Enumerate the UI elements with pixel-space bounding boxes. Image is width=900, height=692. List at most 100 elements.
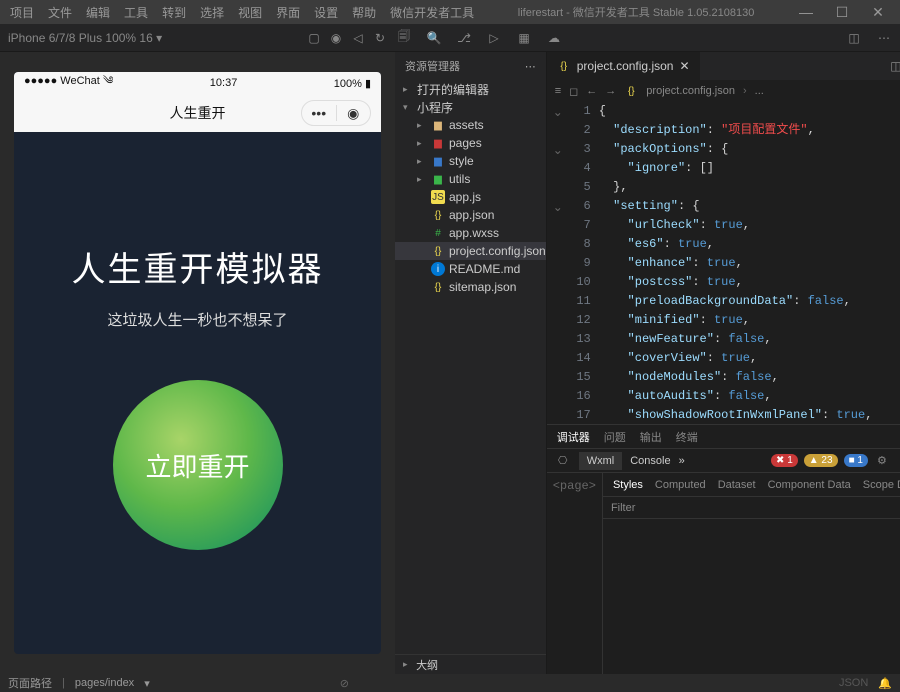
debug-tab[interactable]: 问题 — [604, 429, 626, 445]
close-button[interactable]: ✕ — [864, 4, 892, 21]
tree-file[interactable]: {}sitemap.json — [395, 278, 546, 296]
debug-tab[interactable]: 调试器 — [557, 429, 590, 445]
menu-item[interactable]: 文件 — [42, 2, 78, 23]
code-editor[interactable]: ⌄⌄⌄ 12345678910111213141516171819 { "des… — [547, 102, 900, 424]
close-tab-icon[interactable]: ✕ — [679, 59, 689, 73]
tree-file[interactable]: {}app.json — [395, 206, 546, 224]
more-icon[interactable]: ⋯ — [876, 30, 892, 46]
tree-folder[interactable]: ▸▆style — [395, 152, 546, 170]
menu-item[interactable]: 工具 — [118, 2, 154, 23]
lang-label[interactable]: JSON — [839, 677, 868, 690]
device-selector[interactable]: iPhone 6/7/8 Plus 100% 16 ▾ — [8, 31, 162, 45]
phone-frame: ●●●●● WeChat ༄ 10:37 100% ▮ 人生重开 ••• ◉ 人… — [14, 72, 381, 654]
styles-tab[interactable]: Scope Data — [863, 479, 900, 491]
cut-icon[interactable]: ◁ — [350, 30, 366, 46]
menu-item[interactable]: 转到 — [156, 2, 192, 23]
tree-group[interactable]: ▸打开的编辑器 — [395, 80, 546, 98]
phone-statusbar: ●●●●● WeChat ༄ 10:37 100% ▮ — [14, 72, 381, 94]
inspect-icon[interactable]: ⎔ — [555, 453, 571, 469]
menu-item[interactable]: 编辑 — [80, 2, 116, 23]
menu-item[interactable]: 帮助 — [346, 2, 382, 23]
files-icon[interactable]: 🗐 — [396, 30, 412, 46]
tree-folder[interactable]: ▸▆pages — [395, 134, 546, 152]
tab-project-config[interactable]: {} project.config.json ✕ — [547, 52, 701, 80]
split-editor-icon[interactable]: ◫ — [888, 58, 900, 74]
toc-icon[interactable]: ≡ — [555, 85, 561, 97]
rotate-icon[interactable]: ↻ — [372, 30, 388, 46]
debug-tab[interactable]: 终端 — [676, 429, 698, 445]
menu-item[interactable]: 选择 — [194, 2, 230, 23]
capsule-menu-icon[interactable]: ••• — [302, 105, 337, 121]
path-clear-icon[interactable]: ⊘ — [340, 677, 349, 690]
editor-panel: {} project.config.json ✕ ◫ ⋯ ≡ ◻ ← → {} … — [547, 52, 900, 674]
maximize-button[interactable]: ☐ — [828, 4, 856, 21]
explorer-more-icon[interactable]: ⋯ — [525, 60, 536, 73]
dock-more-icon[interactable]: ⋮ — [896, 453, 900, 469]
debug-icon[interactable]: ▷ — [486, 30, 502, 46]
back-icon[interactable]: ← — [586, 85, 597, 97]
restart-button[interactable]: 立即重开 — [113, 380, 283, 550]
explorer-title: 资源管理器 — [405, 58, 460, 74]
window-title: liferestart - 微信开发者工具 Stable 1.05.210813… — [480, 4, 792, 20]
window-controls: — ☐ ✕ — [792, 4, 896, 21]
tree-file[interactable]: JSapp.js — [395, 188, 546, 206]
app-subtitle: 这垃圾人生一秒也不想呆了 — [14, 309, 381, 330]
screenshot-icon[interactable]: ▢ — [306, 30, 322, 46]
tree-file[interactable]: iREADME.md — [395, 260, 546, 278]
tree-folder[interactable]: ▸▆assets — [395, 116, 546, 134]
status-badge: ▲ 23 — [804, 454, 838, 467]
tree-folder[interactable]: ▸▆utils — [395, 170, 546, 188]
menu-item[interactable]: 微信开发者工具 — [384, 2, 480, 23]
json-icon: {} — [624, 84, 638, 98]
forward-icon[interactable]: → — [605, 85, 616, 97]
clock-label: 10:37 — [113, 77, 333, 89]
debugger-panel: 调试器问题输出终端 ⌃ ✕ ⎔ Wxml Console » ✖ 1▲ 23■ … — [547, 424, 900, 674]
bookmark-icon[interactable]: ◻ — [569, 85, 578, 98]
split-icon[interactable]: ◫ — [846, 30, 862, 46]
more-tabs-icon[interactable]: » — [679, 455, 685, 467]
git-icon[interactable]: ⎇ — [456, 30, 472, 46]
explorer-panel: 资源管理器 ⋯ ▸打开的编辑器▾小程序▸▆assets▸▆pages▸▆styl… — [395, 52, 547, 674]
styles-tab[interactable]: Styles — [613, 479, 643, 491]
main-menu: 项目文件编辑工具转到选择视图界面设置帮助微信开发者工具 — [4, 2, 480, 23]
menu-item[interactable]: 设置 — [308, 2, 344, 23]
status-badge: ✖ 1 — [771, 454, 798, 467]
ext-icon[interactable]: ▦ — [516, 30, 532, 46]
breadcrumb: ≡ ◻ ← → {} project.config.json › ... — [547, 80, 900, 102]
page-path[interactable]: pages/index — [75, 677, 134, 689]
menu-item[interactable]: 视图 — [232, 2, 268, 23]
debug-tab[interactable]: 输出 — [640, 429, 662, 445]
search-icon[interactable]: 🔍 — [426, 30, 442, 46]
titlebar: 项目文件编辑工具转到选择视图界面设置帮助微信开发者工具 liferestart … — [0, 0, 900, 24]
tree-file[interactable]: {}project.config.json — [395, 242, 546, 260]
filter-input[interactable]: Filter — [611, 502, 635, 514]
settings-icon[interactable]: ⚙ — [874, 453, 890, 469]
page-title: 人生重开 — [170, 103, 226, 123]
path-dropdown-icon[interactable]: ▾ — [144, 677, 150, 690]
simulator-panel: ●●●●● WeChat ༄ 10:37 100% ▮ 人生重开 ••• ◉ 人… — [0, 52, 395, 674]
tree-file[interactable]: #app.wxss — [395, 224, 546, 242]
capsule-close-icon[interactable]: ◉ — [337, 105, 371, 122]
menu-capsule[interactable]: ••• ◉ — [301, 100, 371, 126]
menu-item[interactable]: 界面 — [270, 2, 306, 23]
cloud-icon[interactable]: ☁ — [546, 30, 562, 46]
record-icon[interactable]: ◉ — [328, 30, 344, 46]
styles-tab[interactable]: Computed — [655, 479, 706, 491]
statusbar: 页面路径 | pages/index ▾ ⊘ JSON 🔔 — [0, 674, 900, 692]
menu-item[interactable]: 项目 — [4, 2, 40, 23]
battery-label: 100% ▮ — [334, 77, 371, 90]
styles-tab[interactable]: Dataset — [718, 479, 756, 491]
editor-tabs: {} project.config.json ✕ ◫ ⋯ — [547, 52, 900, 80]
minimize-button[interactable]: — — [792, 4, 820, 21]
console-tab[interactable]: Console — [630, 455, 670, 467]
json-icon: {} — [557, 59, 571, 73]
toolbar: iPhone 6/7/8 Plus 100% 16 ▾ ▢ ◉ ◁ ↻ 🗐 🔍 … — [0, 24, 900, 52]
bell-icon[interactable]: 🔔 — [878, 677, 892, 690]
outline-section[interactable]: ▸ 大纲 — [395, 654, 546, 674]
wxml-tree[interactable]: <page> — [547, 473, 602, 674]
tree-group[interactable]: ▾小程序 — [395, 98, 546, 116]
styles-tab[interactable]: Component Data — [768, 479, 851, 491]
page-path-label: 页面路径 — [8, 675, 52, 691]
wxml-tab[interactable]: Wxml — [579, 452, 623, 470]
app-main-title: 人生重开模拟器 — [14, 242, 381, 291]
